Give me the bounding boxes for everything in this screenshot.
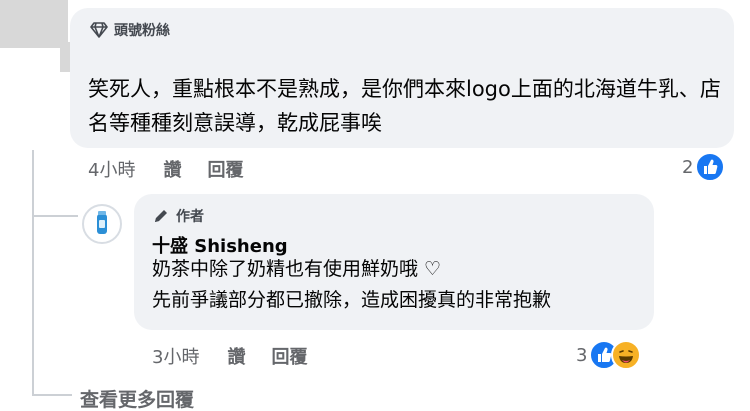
avatar[interactable] — [82, 204, 122, 244]
reply-timestamp[interactable]: 3小時 — [152, 343, 199, 369]
reply-button[interactable]: 回覆 — [207, 156, 243, 182]
pencil-icon — [155, 210, 167, 222]
reply-actions: 3小時 讚 回覆 — [152, 343, 333, 369]
reply-text: 奶茶中除了奶精也有使用鮮奶哦 ♡ 先前爭議部分都已撤除，造成困擾真的非常抱歉 — [152, 254, 647, 316]
like-button[interactable]: 讚 — [227, 343, 245, 369]
haha-icon — [611, 340, 642, 370]
top-fan-badge: 頭號粉絲 — [90, 20, 170, 40]
view-more-replies-link[interactable]: 查看更多回覆 — [80, 385, 194, 411]
reaction-summary[interactable]: 3 — [576, 340, 642, 370]
badge-label: 頭號粉絲 — [114, 23, 170, 39]
thread-line — [32, 150, 34, 394]
reaction-count: 2 — [682, 156, 694, 178]
reply-button[interactable]: 回覆 — [271, 343, 307, 369]
reaction-count: 3 — [576, 344, 588, 366]
comment-text: 笑死人，重點根本不是熟成，是你們本來logo上面的北海道牛乳、店名等種種刻意誤導… — [88, 77, 721, 135]
author-badge: 作者 — [152, 206, 204, 226]
reaction-summary[interactable]: 2 — [682, 152, 726, 182]
redacted-avatar — [0, 0, 68, 48]
diamond-icon — [90, 22, 108, 38]
like-icon — [695, 152, 726, 182]
comment-actions: 4小時 讚 回覆 — [88, 156, 269, 182]
thread-branch-reply — [32, 215, 78, 217]
comment-timestamp[interactable]: 4小時 — [88, 156, 135, 182]
reply-line: 奶茶中除了奶精也有使用鮮奶哦 ♡ — [152, 258, 442, 280]
badge-label: 作者 — [176, 209, 204, 225]
reply-line: 先前爭議部分都已撤除，造成困擾真的非常抱歉 — [152, 289, 552, 311]
like-button[interactable]: 讚 — [163, 156, 181, 182]
thread-branch-more — [32, 394, 72, 396]
